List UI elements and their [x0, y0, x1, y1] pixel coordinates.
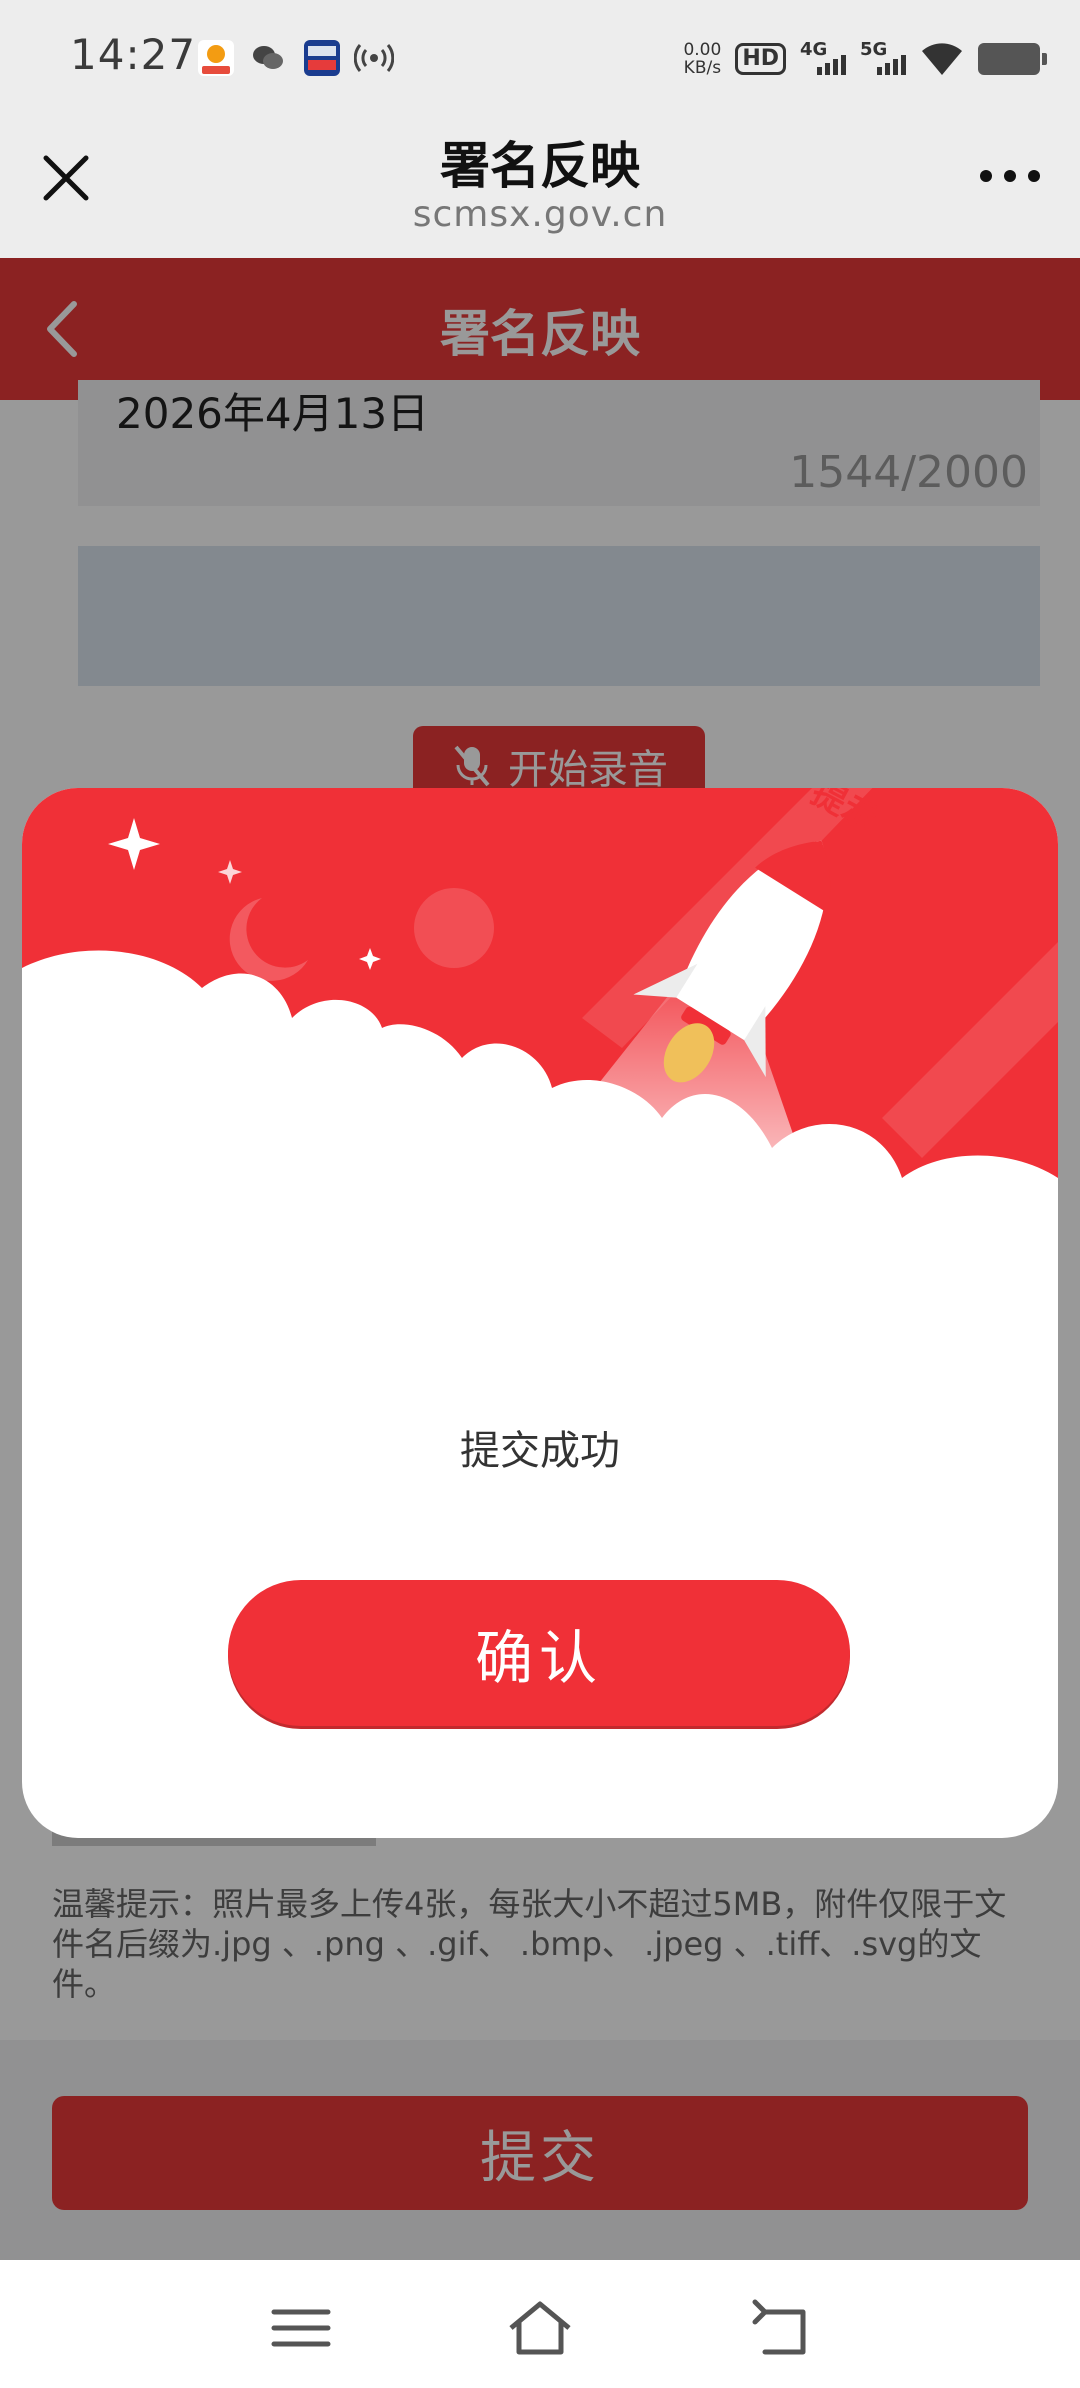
net-speed-value: 0.00: [683, 40, 722, 60]
status-time: 14:27: [70, 30, 197, 79]
status-right: 0.00 KB/s HD 4G 5G: [683, 34, 1047, 84]
dialog-message: 提交成功: [460, 1428, 620, 1474]
browser-domain: scmsx.gov.cn: [412, 194, 668, 235]
menu-icon[interactable]: [266, 2298, 336, 2358]
confirm-button[interactable]: 确认: [228, 1580, 850, 1726]
wifi-icon: [922, 43, 962, 75]
wechat-icon: [250, 40, 286, 76]
more-icon[interactable]: [978, 166, 1042, 186]
back-icon[interactable]: [745, 2298, 815, 2358]
home-icon[interactable]: [505, 2298, 575, 2358]
signal-5g-icon: 5G: [860, 39, 906, 79]
dialog-header-illustration: 提示: [22, 788, 1058, 1308]
browser-header: 署名反映 scmsx.gov.cn: [0, 120, 1080, 258]
system-nav-bar: [0, 2260, 1080, 2388]
hotspot-icon: [353, 40, 395, 76]
confirm-label: 确认: [474, 1624, 603, 1692]
hd-badge: HD: [735, 43, 786, 75]
net-speed-unit: KB/s: [683, 58, 722, 78]
status-bar: 14:27 0.00 KB/s HD 4G 5G: [0, 0, 1080, 120]
cctv-news-icon: [304, 40, 340, 76]
success-dialog: 提示 提交成功 确认: [22, 788, 1058, 1838]
net-speed: 0.00 KB/s: [683, 41, 721, 77]
battery-icon: [978, 43, 1047, 75]
browser-title: 署名反映: [440, 137, 640, 195]
signal-4g-icon: 4G: [800, 39, 846, 79]
app-notification-icon: [198, 40, 234, 76]
